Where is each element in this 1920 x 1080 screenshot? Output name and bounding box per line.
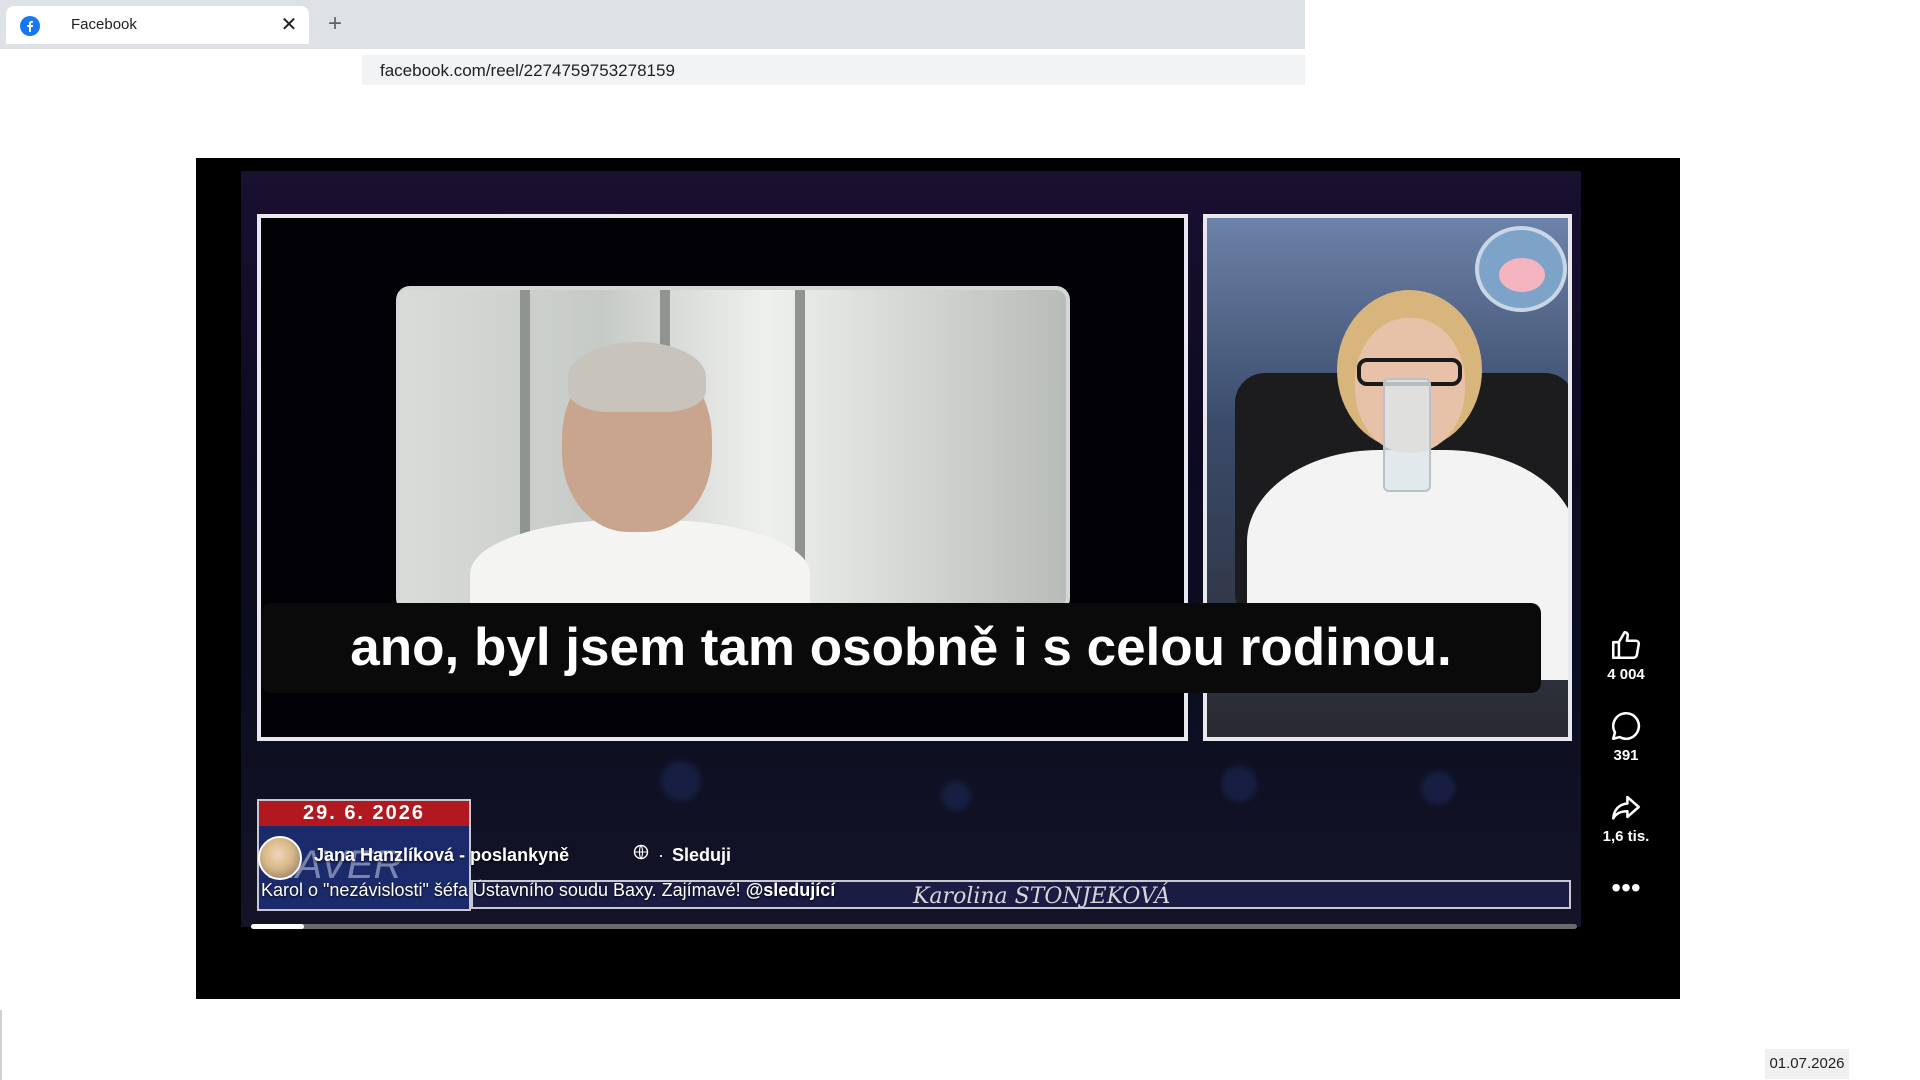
address-bar[interactable]: facebook.com/reel/2274759753278159 — [362, 55, 1305, 85]
reel-caption: Karol o "nezávislosti" šéfa Ústavního so… — [261, 880, 835, 901]
water-glass — [1383, 378, 1431, 492]
avatar[interactable] — [258, 836, 302, 880]
thumbs-up-icon — [1611, 630, 1641, 660]
comment-button[interactable]: 391 — [1584, 709, 1668, 764]
window-edge — [0, 1010, 2, 1080]
browser-tab[interactable]: Facebook ✕ — [6, 6, 309, 44]
video-progress-bar[interactable] — [251, 924, 1577, 929]
facebook-logo-icon — [20, 16, 40, 36]
browser-toolbar: facebook.com/reel/2274759753278159 — [0, 49, 1305, 88]
lower-third-date: 29. 6. 2026 — [302, 802, 426, 824]
bokeh-light — [1221, 766, 1257, 802]
presenter-name: Karolina STONJEKOVÁ — [913, 884, 1171, 909]
tab-title: Facebook — [71, 16, 137, 33]
globe-icon — [633, 844, 649, 860]
separator: · — [658, 845, 664, 865]
address-bar-url[interactable]: facebook.com/reel/2274759753278159 — [380, 61, 675, 81]
follow-button[interactable]: Sleduji — [672, 845, 731, 866]
comment-bubble-icon — [1611, 711, 1641, 741]
new-tab-plus-icon[interactable]: + — [322, 11, 348, 37]
share-arrow-icon — [1611, 795, 1641, 820]
share-button[interactable]: 1,6 tis. — [1584, 790, 1668, 845]
owner-name-link[interactable]: Jana Hanzlíková - poslankyně — [314, 845, 569, 866]
man-hair — [568, 342, 706, 412]
interview-clip — [396, 286, 1070, 612]
video-subtitle: ano, byl jsem tam osobně i s celou rodin… — [350, 618, 1452, 677]
reel-video-player[interactable]: ano, byl jsem tam osobně i s celou rodin… — [196, 158, 1680, 999]
video-progress-fill — [251, 924, 305, 929]
tab-close-icon[interactable]: ✕ — [277, 13, 301, 37]
date-strip: 29. 6. 2026 — [259, 801, 469, 826]
channel-logo-badge — [1475, 226, 1567, 312]
bokeh-light — [661, 761, 701, 801]
footer-date: 01.07.2026 — [1765, 1049, 1849, 1079]
video-subtitle-box: ano, byl jsem tam osobně i s celou rodin… — [261, 603, 1541, 693]
caption-text: Karol o "nezávislosti" šéfa Ústavního so… — [261, 880, 746, 900]
browser-tab-strip: Facebook ✕ + — [0, 0, 1305, 49]
pig-mascot-icon — [1499, 258, 1545, 292]
caption-mention-link[interactable]: @sledující — [746, 880, 836, 900]
like-button[interactable]: 4 004 — [1584, 628, 1668, 683]
like-count: 4 004 — [1607, 666, 1645, 683]
comment-count: 391 — [1613, 747, 1639, 764]
man-figure — [470, 520, 810, 608]
more-options-icon[interactable]: ••• — [1604, 874, 1648, 908]
share-count: 1,6 tis. — [1602, 828, 1650, 845]
